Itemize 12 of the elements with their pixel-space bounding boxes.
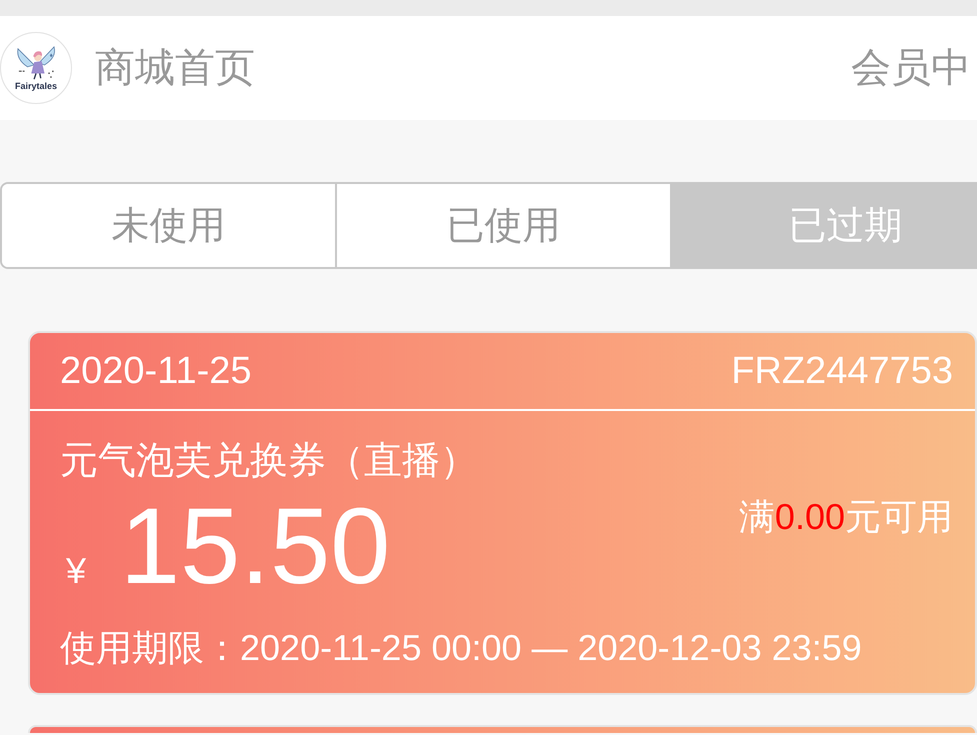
member-center-link[interactable]: 会员中: [851, 44, 971, 92]
spend-condition: 满0.00元可用: [738, 495, 953, 539]
currency-symbol: ¥: [66, 553, 86, 589]
coupon-code: FRZ2447753: [731, 349, 953, 394]
coupon-title: 元气泡芙兑换券（直播）: [60, 439, 478, 483]
coupon-amount: 15.50: [120, 492, 390, 600]
filter-tab[interactable]: 已使用: [337, 184, 672, 267]
home-link[interactable]: 商城首页: [95, 44, 255, 92]
filter-tab[interactable]: 未使用: [2, 184, 337, 267]
validity-period: 使用期限：2020-11-25 00:00 — 2020-12-03 23:59: [60, 626, 862, 670]
logo-text: Fairytales: [14, 81, 58, 91]
coupon-date: 2020-11-25: [60, 349, 252, 394]
